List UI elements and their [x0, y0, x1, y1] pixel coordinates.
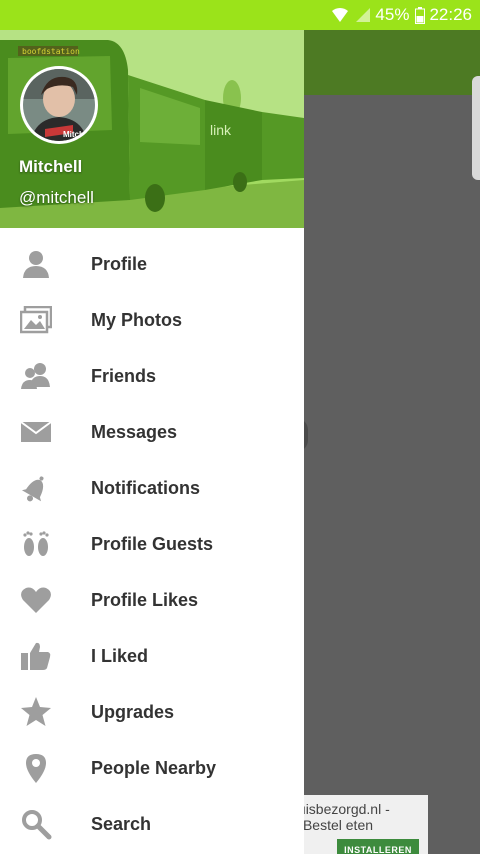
menu-item-friends[interactable]: Friends: [0, 348, 304, 404]
location-pin-icon: [0, 752, 91, 784]
menu-item-upgrades[interactable]: Upgrades: [0, 684, 304, 740]
search-icon: [0, 808, 91, 840]
envelope-icon: [0, 421, 91, 443]
menu-item-i-liked[interactable]: I Liked: [0, 628, 304, 684]
battery-icon: [415, 6, 426, 24]
menu-label: Profile: [91, 253, 148, 274]
menu-item-search[interactable]: Search: [0, 796, 304, 852]
heart-icon: [0, 586, 91, 614]
menu-item-my-photos[interactable]: My Photos: [0, 292, 304, 348]
ad-install-button[interactable]: INSTALLEREN: [337, 839, 419, 854]
menu-label: My Photos: [91, 309, 183, 330]
menu-label: Messages: [91, 421, 178, 442]
menu-label: Friends: [91, 365, 157, 386]
menu-label: Search: [91, 813, 152, 834]
navigation-drawer: boofdstation link Mitch Mitchell @mitche…: [0, 30, 304, 854]
status-bar: 45% 22:26: [0, 0, 480, 30]
avatar[interactable]: Mitch: [20, 66, 98, 144]
bell-icon: [0, 472, 91, 504]
ad-strip: [428, 795, 480, 854]
scroll-handle[interactable]: [472, 76, 480, 180]
menu-label: Profile Likes: [91, 589, 199, 610]
thumbs-up-icon: [0, 641, 91, 671]
avatar-photo: Mitch: [23, 69, 95, 141]
person-icon: [0, 248, 91, 280]
menu-item-people-nearby[interactable]: People Nearby: [0, 740, 304, 796]
clock: 22:26: [429, 5, 472, 24]
photos-icon: [0, 306, 91, 334]
menu-label: Notifications: [91, 477, 201, 498]
footprints-icon: [0, 528, 91, 560]
star-icon: [0, 696, 91, 728]
drawer-header: boofdstation link Mitch Mitchell @mitche…: [0, 30, 304, 228]
menu-item-notifications[interactable]: Notifications: [0, 460, 304, 516]
user-handle: @mitchell: [19, 188, 94, 207]
menu-item-profile-guests[interactable]: Profile Guests: [0, 516, 304, 572]
menu-label: People Nearby: [91, 757, 217, 778]
menu-label: Profile Guests: [91, 533, 214, 554]
drawer-menu: Profile My Photos Friends Messages Notif…: [0, 228, 304, 852]
wifi-icon: [331, 7, 349, 23]
friends-icon: [0, 361, 91, 391]
user-name: Mitchell: [19, 157, 83, 176]
menu-label: I Liked: [91, 645, 149, 666]
menu-item-messages[interactable]: Messages: [0, 404, 304, 460]
signal-icon: [355, 7, 371, 23]
menu-item-profile[interactable]: Profile: [0, 236, 304, 292]
battery-percent: 45%: [375, 5, 410, 24]
menu-label: Upgrades: [91, 701, 175, 722]
menu-item-profile-likes[interactable]: Profile Likes: [0, 572, 304, 628]
